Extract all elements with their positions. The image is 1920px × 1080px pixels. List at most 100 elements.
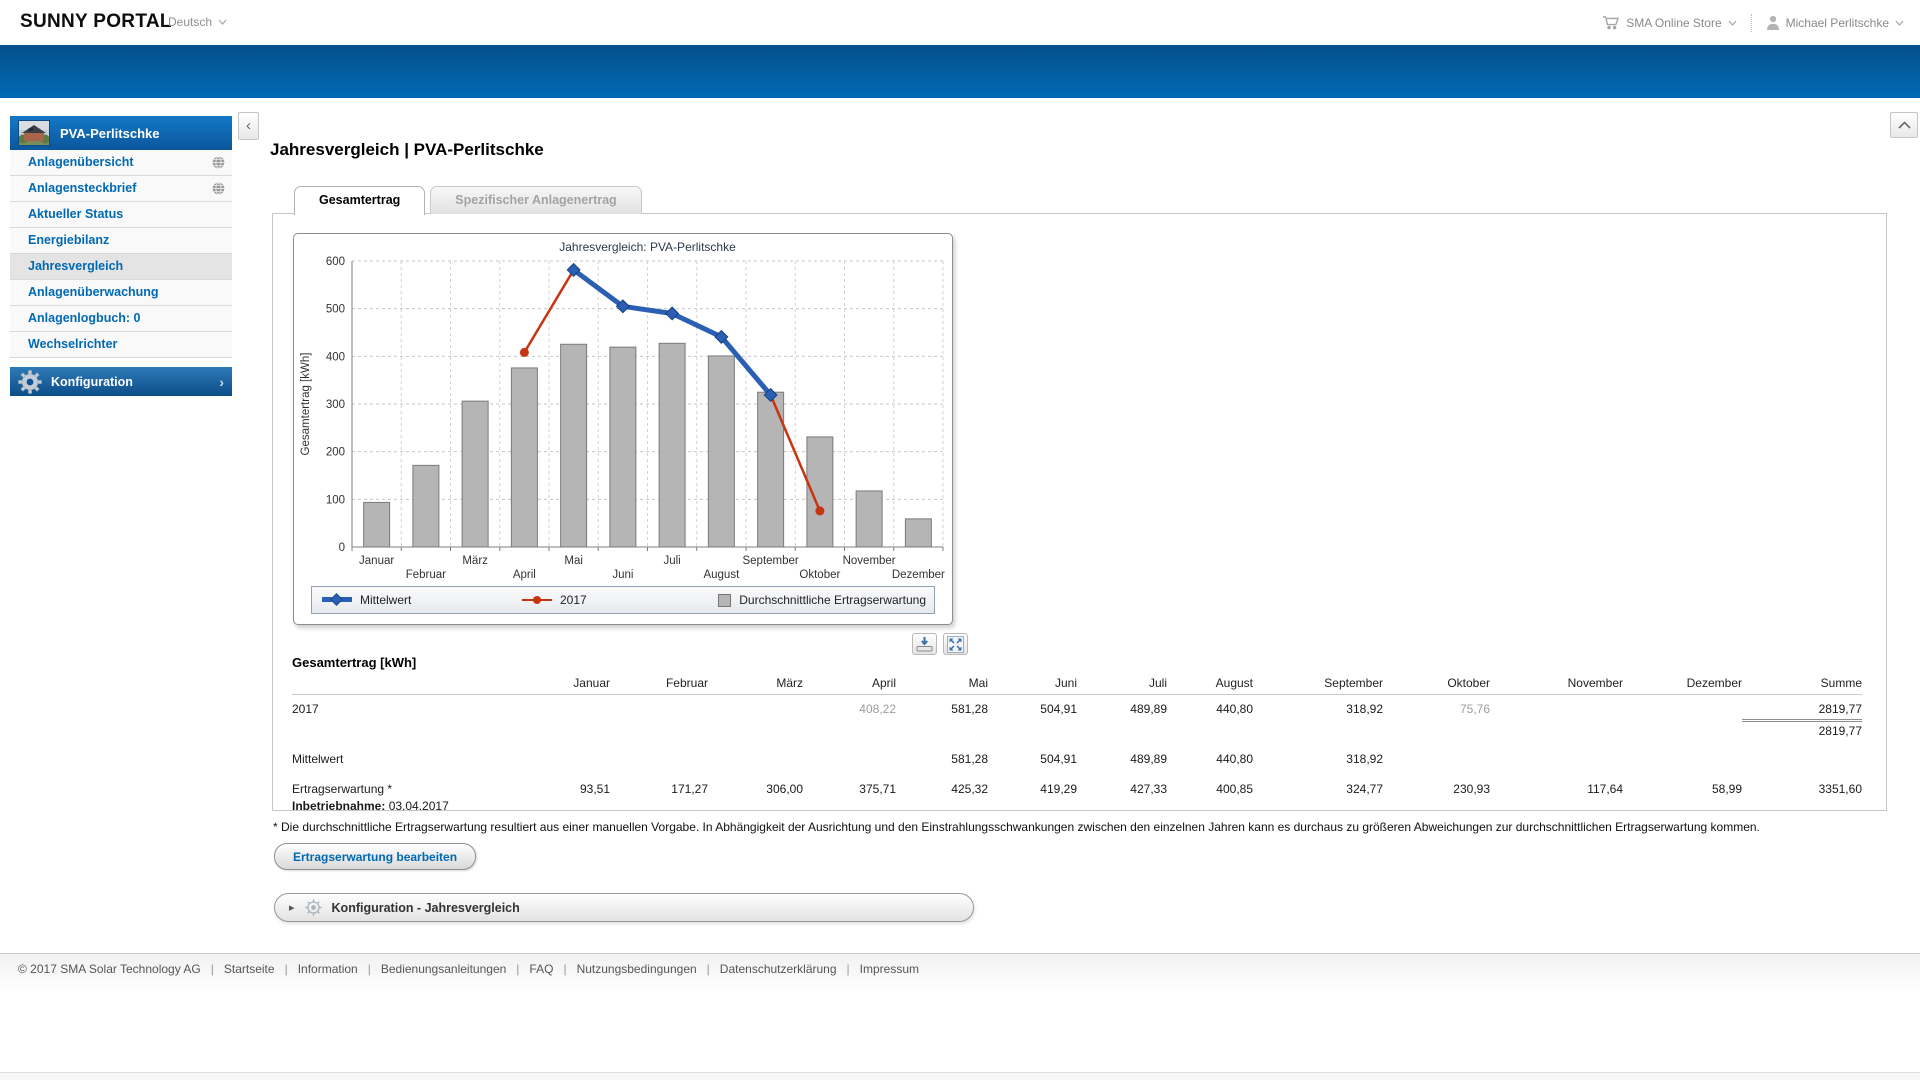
- row-label: 2017: [292, 695, 512, 721]
- table-cell: [803, 721, 896, 739]
- yield-table: JanuarFebruarMärzAprilMaiJuniJuliAugustS…: [292, 673, 1862, 815]
- svg-text:600: 600: [326, 256, 345, 268]
- sidebar-item-anlagensteckbrief[interactable]: Anlagensteckbrief: [10, 176, 232, 202]
- plant-thumbnail: [18, 120, 50, 146]
- config-panel-toggle[interactable]: ▸ Konfiguration - Jahresvergleich: [274, 893, 974, 922]
- table-cell: 75,76: [1383, 695, 1490, 721]
- table-cell: 2819,77: [1742, 695, 1862, 721]
- svg-text:Dezember: Dezember: [892, 569, 945, 581]
- bottom-strip: [0, 1072, 1920, 1080]
- table-col-header: März: [708, 673, 803, 695]
- table-cell: 504,91: [988, 744, 1077, 770]
- svg-text:200: 200: [326, 447, 345, 459]
- table-cell: 400,85: [1167, 770, 1253, 815]
- public-globe-icon: [212, 156, 225, 169]
- svg-text:400: 400: [326, 351, 345, 363]
- svg-text:August: August: [703, 569, 740, 581]
- plant-header[interactable]: PVA-Perlitschke: [10, 116, 232, 150]
- store-label: SMA Online Store: [1626, 16, 1721, 30]
- footer-links: |Startseite|Information|Bedienungsanleit…: [211, 962, 919, 976]
- sidebar-collapse-button[interactable]: ‹: [238, 112, 259, 140]
- sidebar-menu: Anlagenübersicht Anlagensteckbrief Aktue…: [10, 150, 232, 358]
- footnote: * Die durchschnittliche Ertragserwartung…: [273, 820, 1883, 834]
- svg-text:500: 500: [326, 304, 345, 316]
- footer-link-datenschutzerklarung[interactable]: Datenschutzerklärung: [720, 962, 837, 976]
- sidebar-item-anlagenubersicht[interactable]: Anlagenübersicht: [10, 150, 232, 176]
- footer-link-impressum[interactable]: Impressum: [860, 962, 919, 976]
- year-comparison-chart: Jahresvergleich: PVA-Perlitschke01002003…: [293, 233, 953, 625]
- table-cell: [803, 744, 896, 770]
- export-chart-button[interactable]: [912, 633, 937, 655]
- svg-text:November: November: [843, 555, 896, 567]
- footer-link-information[interactable]: Information: [298, 962, 358, 976]
- footer-link-bedienungsanleitungen[interactable]: Bedienungsanleitungen: [381, 962, 506, 976]
- table-cell: 306,00: [708, 770, 803, 815]
- person-icon: [1766, 15, 1780, 30]
- table-cell: [1490, 744, 1623, 770]
- main-navigation-bar: [0, 45, 1920, 98]
- chart-toolbar: [912, 633, 968, 655]
- table-header-row: JanuarFebruarMärzAprilMaiJuniJuliAugustS…: [292, 673, 1862, 695]
- user-menu[interactable]: Michael Perlitschke: [1766, 15, 1904, 30]
- chevron-down-icon: [1728, 20, 1737, 26]
- sidebar-item-energiebilanz[interactable]: Energiebilanz: [10, 228, 232, 254]
- chevron-right-icon: ›: [219, 374, 224, 390]
- svg-text:September: September: [742, 555, 798, 567]
- svg-text:100: 100: [326, 494, 345, 506]
- tab-gesamtertrag[interactable]: Gesamtertrag: [294, 186, 425, 215]
- table-col-header: Summe: [1742, 673, 1862, 695]
- user-name: Michael Perlitschke: [1786, 16, 1889, 30]
- table-cell: [1623, 721, 1742, 739]
- legend-ertragserwartung: Durchschnittliche Ertragserwartung: [718, 587, 926, 613]
- expand-chart-button[interactable]: [943, 633, 968, 655]
- sidebar-item-aktueller-status[interactable]: Aktueller Status: [10, 202, 232, 228]
- config-label: Konfiguration: [51, 375, 133, 389]
- plant-name: PVA-Perlitschke: [60, 126, 159, 141]
- footer-link-startseite[interactable]: Startseite: [224, 962, 275, 976]
- table-row-2017-summe: 2819,77: [292, 721, 1862, 739]
- table-cell: [610, 695, 708, 721]
- edit-yield-expectation-button[interactable]: Ertragserwartung bearbeiten: [274, 843, 476, 870]
- scroll-to-top-button[interactable]: [1890, 112, 1918, 138]
- sidebar-item-anlagenlogbuch-0[interactable]: Anlagenlogbuch: 0: [10, 306, 232, 332]
- svg-text:Januar: Januar: [359, 555, 394, 567]
- table-col-header: September: [1253, 673, 1383, 695]
- svg-text:300: 300: [326, 399, 345, 411]
- svg-text:Gesamtertrag [kWh]: Gesamtertrag [kWh]: [300, 353, 312, 456]
- svg-text:Juli: Juli: [663, 555, 680, 567]
- table-col-header: August: [1167, 673, 1253, 695]
- svg-text:Jahresvergleich: PVA-Perlitsch: Jahresvergleich: PVA-Perlitschke: [559, 240, 736, 254]
- public-globe-icon: [212, 182, 225, 195]
- sidebar-item-label: Anlagenlogbuch: 0: [28, 311, 141, 325]
- footer-link-faq[interactable]: FAQ: [529, 962, 553, 976]
- sunny-portal-logo[interactable]: SUNNY PORTAL: [20, 11, 172, 33]
- sunny-portal-app: SUNNY PORTAL Deutsch SMA Online Store M: [0, 0, 1920, 1080]
- tab-spezifischer-anlagenertrag[interactable]: Spezifischer Anlagenertrag: [430, 186, 641, 214]
- table-cell: [610, 721, 708, 739]
- table-cell: 427,33: [1077, 770, 1167, 815]
- gear-icon: [304, 898, 323, 917]
- sidebar-item-jahresvergleich[interactable]: Jahresvergleich: [10, 254, 232, 280]
- sidebar-item-label: Anlagenübersicht: [28, 155, 134, 169]
- sidebar-item-wechselrichter[interactable]: Wechselrichter: [10, 332, 232, 358]
- sma-online-store-link[interactable]: SMA Online Store: [1602, 15, 1736, 30]
- table-cell: [708, 695, 803, 721]
- table-cell: 375,71: [803, 770, 896, 815]
- copyright: © 2017 SMA Solar Technology AG: [18, 962, 201, 976]
- table-cell: 489,89: [1077, 744, 1167, 770]
- table-cell: [1383, 744, 1490, 770]
- table-cell: [988, 721, 1077, 739]
- table-cell: [1490, 721, 1623, 739]
- table-cell: 440,80: [1167, 744, 1253, 770]
- table-cell: 2819,77: [1742, 721, 1862, 739]
- table-cell: 117,64: [1490, 770, 1623, 815]
- table-cell: 419,29: [988, 770, 1077, 815]
- sidebar-item-konfiguration[interactable]: Konfiguration ›: [10, 367, 232, 396]
- expander-arrow-icon: ▸: [289, 901, 295, 914]
- table-cell: [1623, 695, 1742, 721]
- footer-link-nutzungsbedingungen[interactable]: Nutzungsbedingungen: [577, 962, 697, 976]
- sidebar-item-anlagenuberwachung[interactable]: Anlagenüberwachung: [10, 280, 232, 306]
- page-title: Jahresvergleich | PVA-Perlitschke: [270, 140, 544, 160]
- language-selector[interactable]: Deutsch: [168, 15, 227, 29]
- chevron-down-icon: [218, 19, 227, 25]
